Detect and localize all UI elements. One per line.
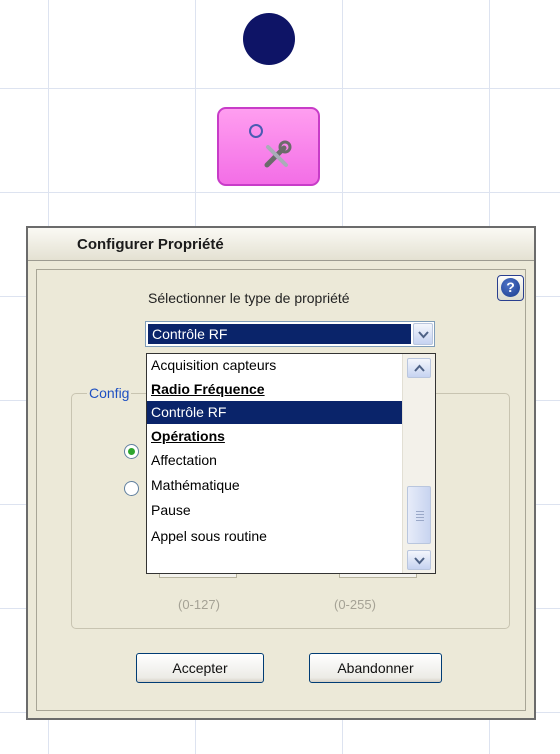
dialog-title: Configurer Propriété <box>28 228 534 261</box>
cancel-button[interactable]: Abandonner <box>309 653 442 683</box>
chevron-down-icon <box>414 557 425 565</box>
property-type-label: Sélectionner le type de propriété <box>148 290 350 306</box>
dropdown-item-affectation[interactable]: Affectation <box>147 449 402 472</box>
property-type-value: Contrôle RF <box>148 324 411 344</box>
dropdown-item-pause[interactable]: Pause <box>147 499 402 522</box>
dropdown-item-appel-sous-routine[interactable]: Appel sous routine <box>147 525 402 548</box>
range-label-1: (0-127) <box>178 597 220 612</box>
config-group-label: Config <box>87 385 132 401</box>
canvas-node-dot[interactable] <box>243 13 295 65</box>
scroll-up-button[interactable] <box>407 358 431 378</box>
property-type-select[interactable]: Contrôle RF <box>145 321 435 347</box>
dropdown-scrollbar[interactable] <box>402 354 435 573</box>
dropdown-item-acquisition-capteurs[interactable]: Acquisition capteurs <box>147 354 402 377</box>
dropdown-item-controle-rf[interactable]: Contrôle RF <box>147 401 402 424</box>
property-type-dropdown-list[interactable]: Acquisition capteurs Radio Fréquence Con… <box>146 353 436 574</box>
chevron-down-icon <box>418 331 429 339</box>
dropdown-toggle-button[interactable] <box>413 323 433 345</box>
dropdown-item-mathematique[interactable]: Mathématique <box>147 474 402 497</box>
accept-button[interactable]: Accepter <box>136 653 264 683</box>
help-icon: ? <box>501 278 520 297</box>
radio-option-1[interactable] <box>124 444 139 459</box>
range-label-2: (0-255) <box>334 597 376 612</box>
configure-property-dialog: Configurer Propriété ? Sélectionner le t… <box>26 226 536 720</box>
dropdown-group-radio-frequence: Radio Fréquence <box>151 381 265 397</box>
circle-icon <box>249 124 263 138</box>
chevron-up-icon <box>414 364 425 372</box>
radio-option-2[interactable] <box>124 481 139 496</box>
canvas-tool-block[interactable] <box>217 107 320 186</box>
help-button[interactable]: ? <box>497 275 524 301</box>
scrollbar-thumb[interactable] <box>407 486 431 544</box>
tools-icon <box>264 140 292 168</box>
scroll-down-button[interactable] <box>407 550 431 570</box>
dropdown-group-operations: Opérations <box>151 428 225 444</box>
